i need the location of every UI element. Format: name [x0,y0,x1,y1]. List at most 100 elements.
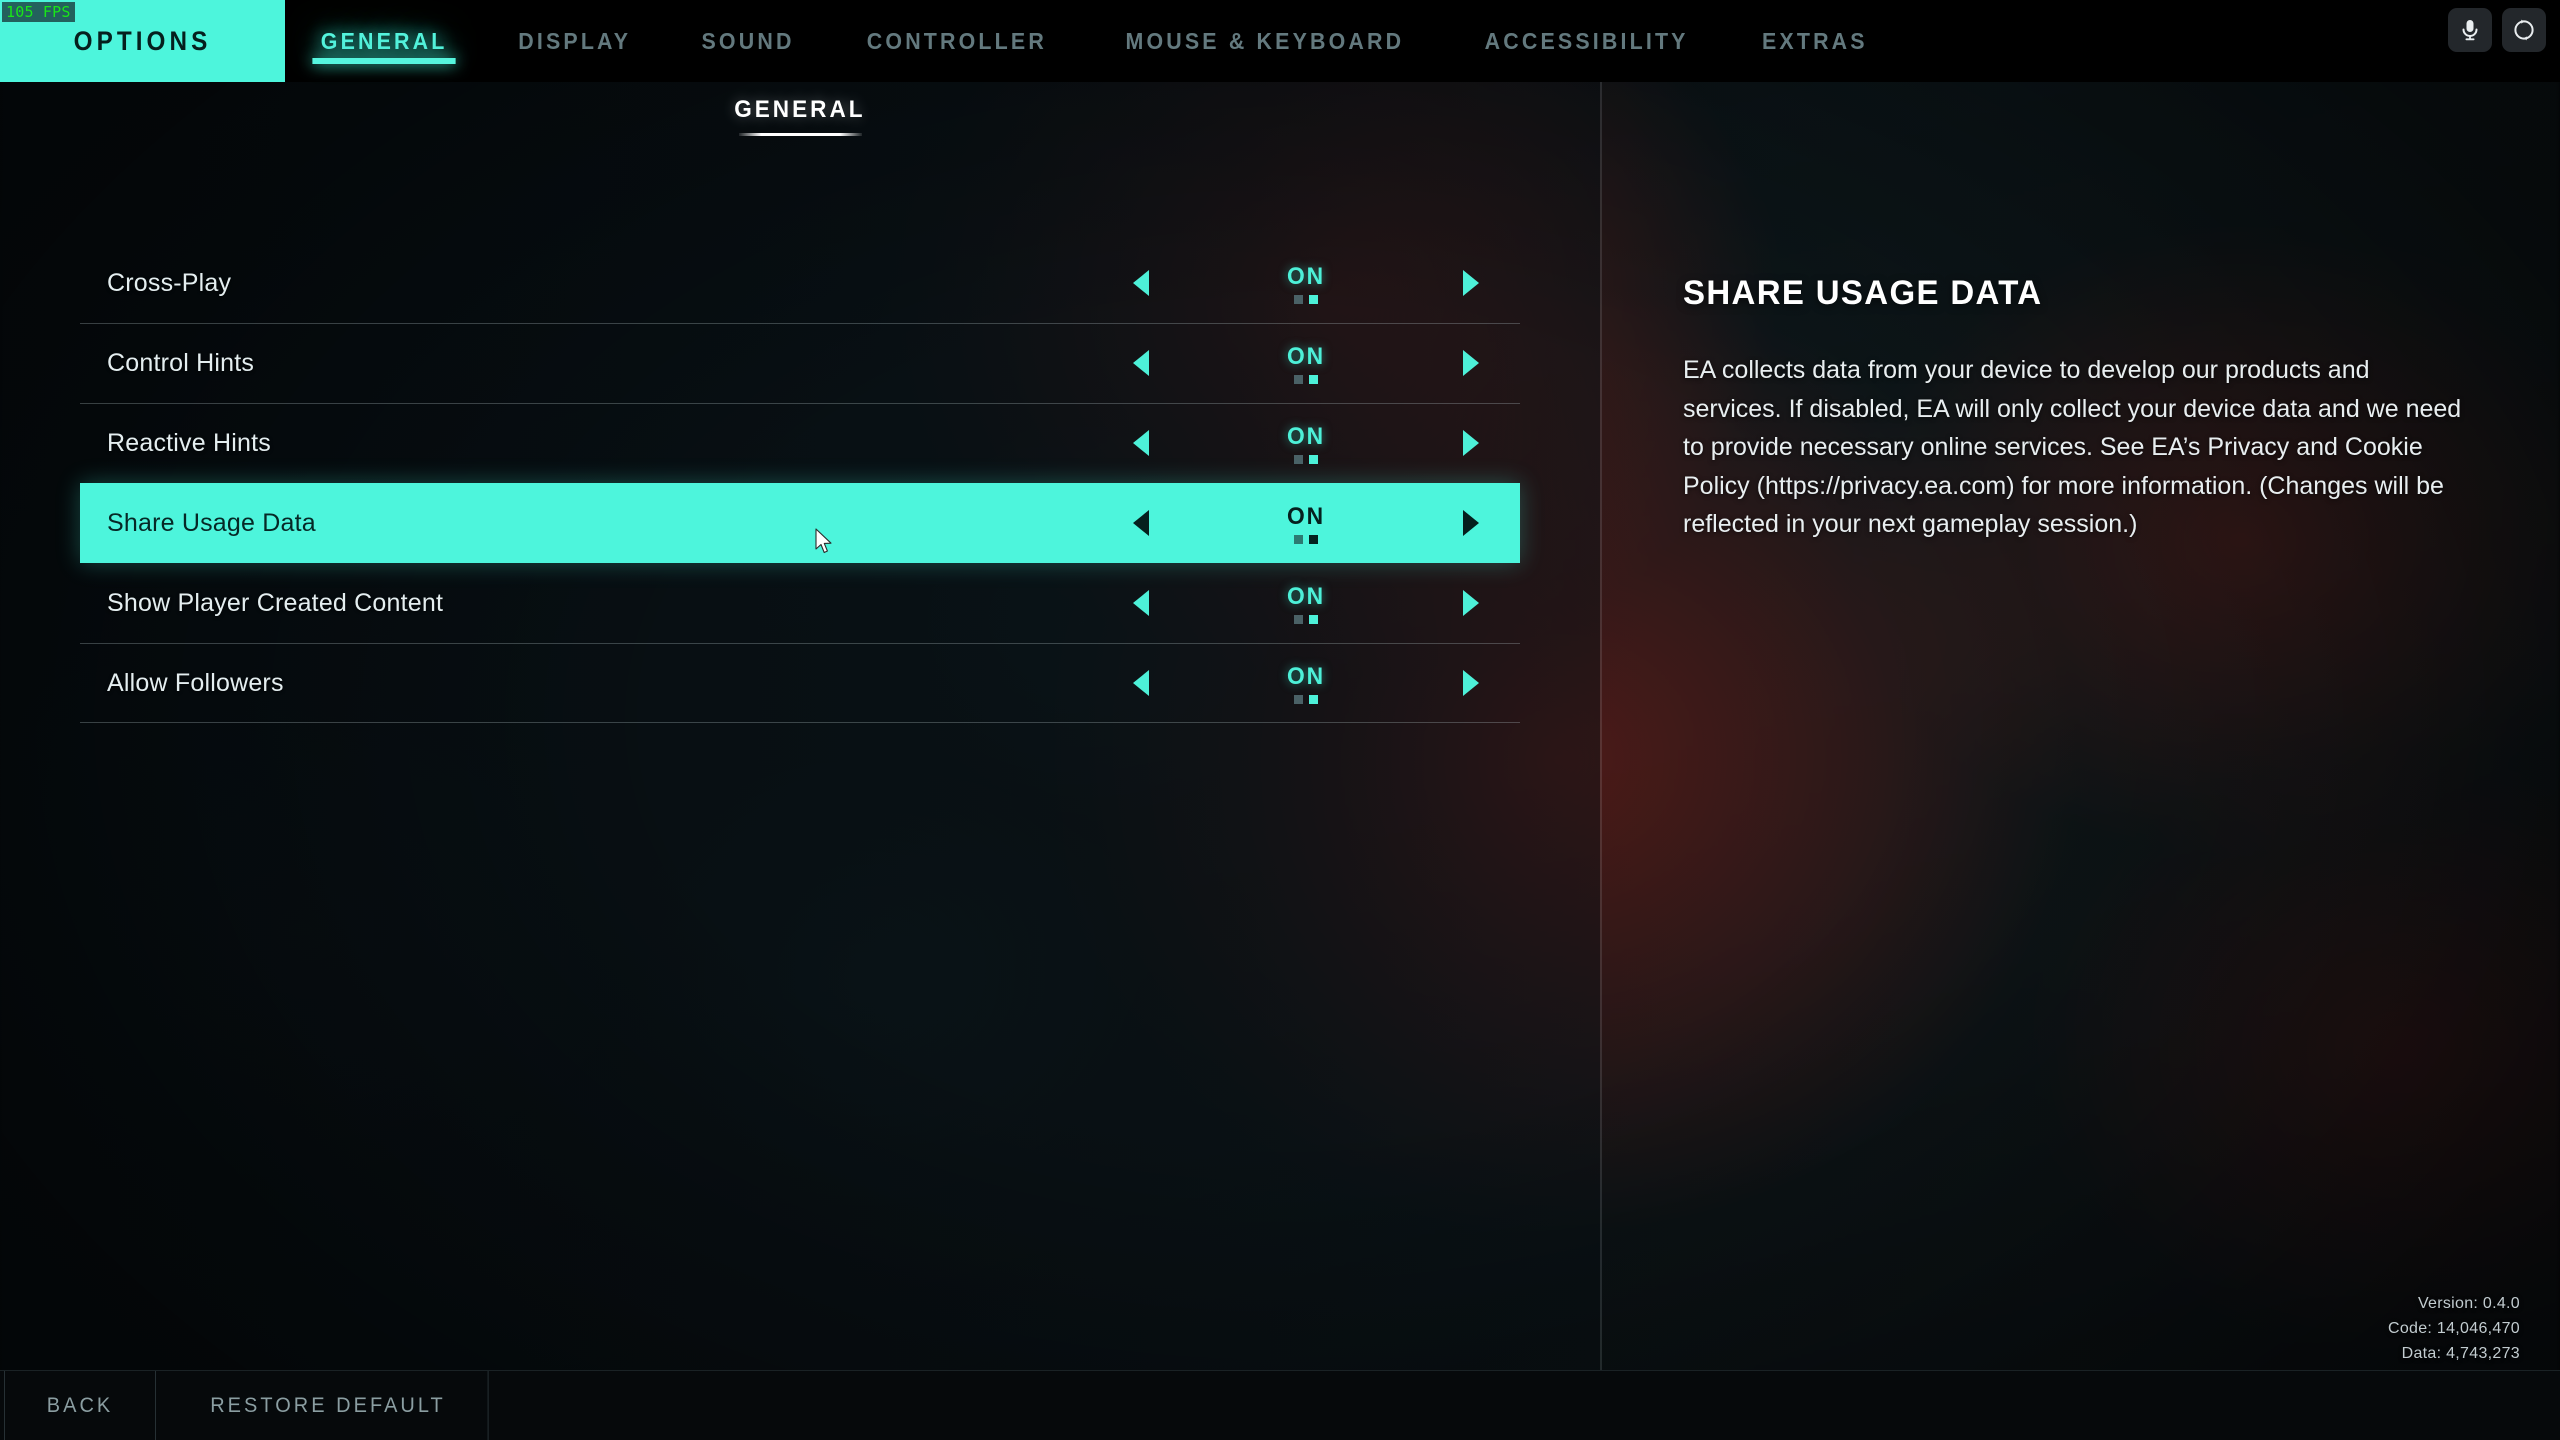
data-line: Data: 4,743,273 [2401,1345,2520,1362]
options-list: Cross-Play ON Control Hints ON Reactive Hint… [80,243,1520,723]
position-dot [1294,694,1303,704]
microphone-icon [2459,18,2481,42]
tab-label: EXTRAS [1762,27,1869,54]
option-value-wrap: ON [1236,583,1376,624]
top-bar: OPTIONS GENERAL DISPLAY SOUND CONTROLLER MOU… [0,0,2560,82]
option-stepper: ON [1126,663,1486,704]
increment-arrow-icon[interactable] [1456,505,1486,541]
option-label: Share Usage Data [107,508,316,537]
option-position-dots [1294,454,1318,464]
option-position-dots [1294,614,1318,624]
description-title: SHARE USAGE DATA [1683,274,2043,312]
section-subheader-label: GENERAL [734,96,866,123]
decrement-arrow-icon[interactable] [1126,265,1156,301]
tab-label: ACCESSIBILITY [1484,27,1689,54]
code-line: Code: 14,046,470 [2387,1320,2520,1337]
increment-arrow-icon[interactable] [1456,345,1486,381]
position-dot [1294,374,1303,384]
option-row-share-usage-data[interactable]: Share Usage Data ON [80,483,1520,563]
option-value: ON [1287,502,1325,530]
option-value: ON [1287,422,1325,450]
fps-counter: 105 FPS [2,2,75,22]
option-value-wrap: ON [1236,503,1376,544]
option-value-wrap: ON [1236,263,1376,304]
decrement-arrow-icon[interactable] [1126,345,1156,381]
version-line: Version: 0.4.0 [2417,1295,2520,1312]
tab-accessibility[interactable]: ACCESSIBILITY [1456,0,1718,82]
option-stepper: ON [1126,503,1486,544]
option-position-dots [1294,694,1318,704]
position-dot [1309,454,1318,464]
position-dot [1309,294,1318,304]
option-row-control-hints[interactable]: Control Hints ON [80,323,1520,403]
footer-button-label: RESTORE DEFAULT [210,1393,446,1417]
position-dot [1294,294,1303,304]
tab-extras[interactable]: EXTRAS [1734,0,1897,82]
footer-button-back[interactable]: BACK [4,1371,156,1440]
footer-bar: BACK RESTORE DEFAULT [0,1370,2560,1440]
sync-circle-icon [2512,18,2536,42]
position-dot [1294,534,1303,544]
options-title-label: OPTIONS [73,25,212,56]
tab-label: GENERAL [320,27,448,54]
tab-mouse-keyboard[interactable]: MOUSE & KEYBOARD [1097,0,1433,82]
tab-bar: GENERAL DISPLAY SOUND CONTROLLER MOUSE & KEY… [285,0,1903,82]
option-label: Cross-Play [107,268,232,297]
increment-arrow-icon[interactable] [1456,425,1486,461]
option-value: ON [1287,662,1325,690]
option-value: ON [1287,342,1325,370]
option-value-wrap: ON [1236,663,1376,704]
decrement-arrow-icon[interactable] [1126,665,1156,701]
option-stepper: ON [1126,423,1486,464]
section-subheader: GENERAL [0,96,1600,136]
position-dot [1294,454,1303,464]
version-info: Version: 0.4.0 Code: 14,046,470 Data: 4,… [2388,1291,2520,1366]
top-right-icon-group [2448,8,2546,52]
decrement-arrow-icon[interactable] [1126,505,1156,541]
option-value-wrap: ON [1236,423,1376,464]
position-dot [1309,374,1318,384]
position-dot [1309,694,1318,704]
option-row-cross-play[interactable]: Cross-Play ON [80,243,1520,323]
tab-general[interactable]: GENERAL [292,0,476,82]
increment-arrow-icon[interactable] [1456,265,1486,301]
increment-arrow-icon[interactable] [1456,665,1486,701]
sync-button[interactable] [2502,8,2546,52]
option-value: ON [1287,582,1325,610]
tab-label: SOUND [701,27,795,54]
decrement-arrow-icon[interactable] [1126,425,1156,461]
tab-display[interactable]: DISPLAY [490,0,661,82]
option-row-reactive-hints[interactable]: Reactive Hints ON [80,403,1520,483]
section-subheader-underline [738,133,862,136]
option-value: ON [1287,262,1325,290]
option-row-show-player-created-content[interactable]: Show Player Created Content ON [80,563,1520,643]
footer-button-restore-default[interactable]: RESTORE DEFAULT [168,1371,489,1440]
option-label: Show Player Created Content [107,588,444,617]
option-row-allow-followers[interactable]: Allow Followers ON [80,643,1520,723]
active-tab-underline [312,58,456,64]
position-dot [1309,614,1318,624]
option-value-wrap: ON [1236,343,1376,384]
option-position-dots [1294,534,1318,544]
tab-controller[interactable]: CONTROLLER [838,0,1076,82]
panel-divider [1600,82,1602,1440]
option-position-dots [1294,294,1318,304]
option-label: Control Hints [107,348,255,377]
description-panel: SHARE USAGE DATA EA collects data from y… [1600,82,2560,1440]
option-stepper: ON [1126,263,1486,304]
increment-arrow-icon[interactable] [1456,585,1486,621]
footer-button-label: BACK [46,1393,114,1417]
tab-label: MOUSE & KEYBOARD [1125,27,1405,54]
tab-label: CONTROLLER [866,27,1047,54]
tab-label: DISPLAY [518,27,632,54]
option-label: Allow Followers [107,668,284,697]
description-body: EA collects data from your device to dev… [1683,356,2462,538]
microphone-button[interactable] [2448,8,2492,52]
option-stepper: ON [1126,583,1486,624]
option-position-dots [1294,374,1318,384]
tab-sound[interactable]: SOUND [672,0,823,82]
decrement-arrow-icon[interactable] [1126,585,1156,621]
position-dot [1309,534,1318,544]
option-label: Reactive Hints [107,428,271,457]
position-dot [1294,614,1303,624]
